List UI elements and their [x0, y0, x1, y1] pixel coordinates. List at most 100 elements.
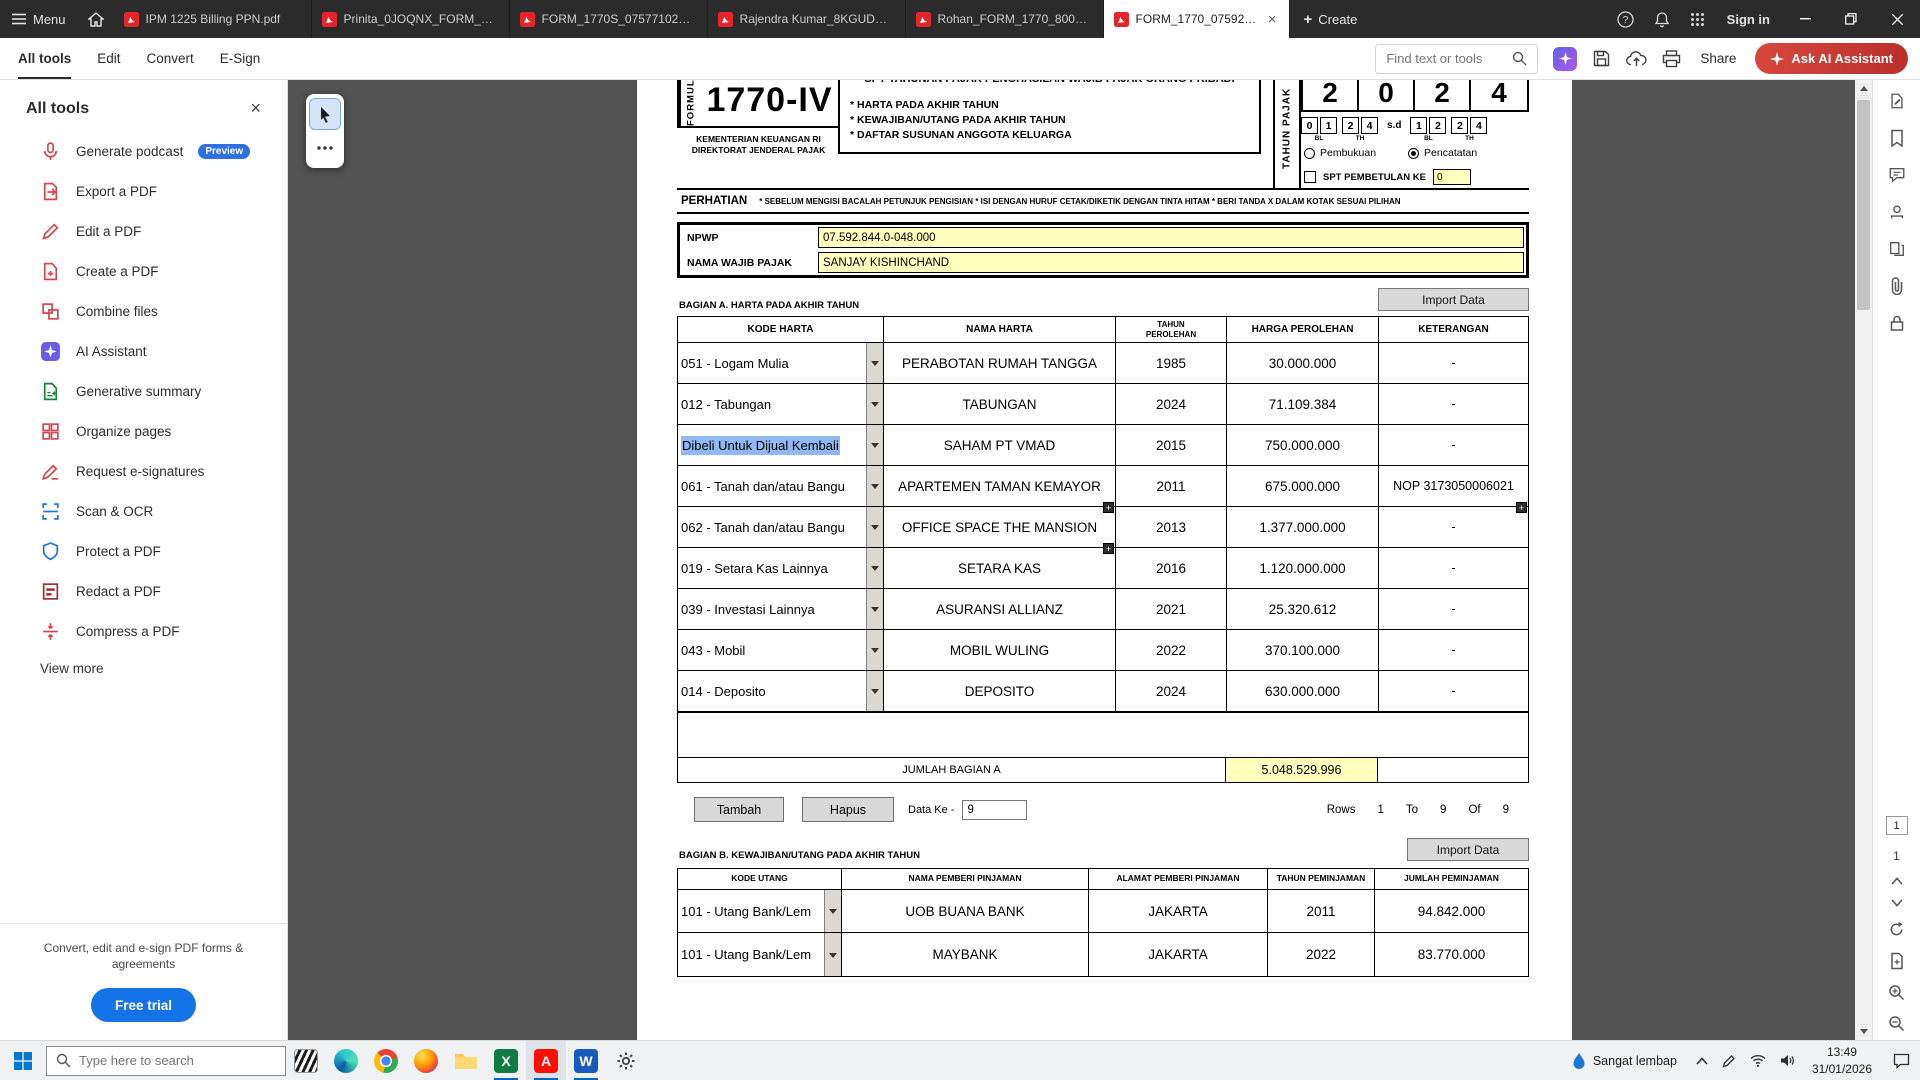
- stamps-button[interactable]: [1888, 203, 1906, 221]
- sidebar-item-combine-files[interactable]: Combine files: [0, 291, 287, 331]
- nama-harta-cell[interactable]: SAHAM PT VMAD: [884, 425, 1116, 465]
- overflow-indicator-icon[interactable]: +: [1103, 502, 1114, 513]
- taskbar-app-word[interactable]: W: [566, 1041, 606, 1080]
- annotate-button[interactable]: [1888, 92, 1906, 110]
- create-tab-button[interactable]: + Create: [1290, 0, 1372, 38]
- nama-harta-cell[interactable]: APARTEMEN TAMAN KEMAYOR: [884, 466, 1116, 506]
- sign-in-button[interactable]: Sign in: [1715, 0, 1782, 38]
- zoom-out-button[interactable]: [1888, 1015, 1905, 1032]
- home-button[interactable]: [78, 0, 114, 38]
- doc-tab[interactable]: Rohan_FORM_1770_800138034...: [906, 0, 1104, 38]
- taskbar-clock[interactable]: 13:49 31/01/2026: [1802, 1044, 1882, 1076]
- help-button[interactable]: ?: [1607, 0, 1644, 38]
- menu-button[interactable]: Menu: [0, 0, 78, 38]
- dropdown-arrow-icon[interactable]: [866, 507, 883, 547]
- jumlah-value-field[interactable]: 5.048.529.996: [1226, 758, 1378, 782]
- npwp-field[interactable]: 07.592.844.0-048.000: [818, 227, 1524, 248]
- harga-cell[interactable]: 30.000.000: [1227, 343, 1379, 383]
- tahun-peminjaman-cell[interactable]: 2022: [1268, 933, 1375, 976]
- tahun-cell[interactable]: 2022: [1116, 630, 1227, 670]
- free-trial-button[interactable]: Free trial: [91, 988, 196, 1022]
- nama-harta-cell[interactable]: SETARA KAS: [884, 548, 1116, 588]
- keterangan-cell[interactable]: -: [1379, 630, 1528, 670]
- tab-convert[interactable]: Convert: [147, 38, 194, 79]
- keterangan-cell[interactable]: -: [1379, 671, 1528, 711]
- harga-cell[interactable]: 630.000.000: [1227, 671, 1379, 711]
- kode-utang-value[interactable]: 101 - Utang Bank/Lem: [681, 947, 811, 962]
- sidebar-item-ai-assistant[interactable]: AI Assistant: [0, 331, 287, 371]
- doc-tab-active[interactable]: FORM_1770_07592844... ×: [1104, 0, 1290, 38]
- sidebar-item-generative-summary[interactable]: Generative summary: [0, 371, 287, 411]
- nama-harta-cell[interactable]: PERABOTAN RUMAH TANGGA: [884, 343, 1116, 383]
- nama-pemberi-cell[interactable]: UOB BUANA BANK: [842, 890, 1089, 932]
- spt-pembetulan-field[interactable]: 0: [1433, 169, 1471, 185]
- current-page-field[interactable]: 1: [1886, 816, 1908, 835]
- overflow-indicator-icon[interactable]: +: [1103, 543, 1114, 554]
- kode-harta-cell[interactable]: 012 - Tabungan: [678, 384, 884, 424]
- pembukuan-option[interactable]: Pembukuan: [1304, 147, 1376, 159]
- restore-button[interactable]: [1828, 0, 1874, 38]
- print-button[interactable]: [1662, 50, 1681, 68]
- doc-tab[interactable]: Rajendra Kumar_8KGUDR_FOR...: [708, 0, 906, 38]
- sidebar-item-edit-pdf[interactable]: Edit a PDF: [0, 211, 287, 251]
- keterangan-cell[interactable]: -: [1379, 343, 1528, 383]
- kode-harta-value[interactable]: 043 - Mobil: [681, 643, 745, 658]
- dropdown-arrow-icon[interactable]: [866, 425, 883, 465]
- dropdown-arrow-icon[interactable]: [866, 589, 883, 629]
- kode-harta-cell[interactable]: 061 - Tanah dan/atau Bangu: [678, 466, 884, 506]
- doc-tab[interactable]: IPM 1225 Billing PPN.pdf: [114, 0, 312, 38]
- nama-harta-cell[interactable]: TABUNGAN: [884, 384, 1116, 424]
- harga-cell[interactable]: 750.000.000: [1227, 425, 1379, 465]
- scroll-down-icon[interactable]: [1855, 1023, 1872, 1040]
- radio-checked-icon[interactable]: [1408, 148, 1419, 159]
- sidebar-item-create-pdf[interactable]: Create a PDF: [0, 251, 287, 291]
- scroll-up-icon[interactable]: [1855, 80, 1872, 97]
- ai-tools-button[interactable]: [1553, 47, 1577, 71]
- sidebar-item-request-esignatures[interactable]: Request e-signatures: [0, 451, 287, 491]
- kode-harta-value-selected[interactable]: Dibeli Untuk Dijual Kembali: [681, 436, 840, 455]
- sidebar-item-scan-ocr[interactable]: Scan & OCR: [0, 491, 287, 531]
- kode-utang-cell[interactable]: 101 - Utang Bank/Lem: [678, 933, 842, 976]
- keterangan-cell[interactable]: -: [1379, 425, 1528, 465]
- view-more-link[interactable]: View more: [0, 651, 287, 676]
- tab-close-icon[interactable]: ×: [1266, 11, 1279, 28]
- harga-cell[interactable]: 1.377.000.000: [1227, 507, 1379, 547]
- comments-button[interactable]: [1888, 166, 1906, 184]
- keterangan-cell[interactable]: -: [1379, 384, 1528, 424]
- tahun-cell[interactable]: 2021: [1116, 589, 1227, 629]
- nama-pemberi-cell[interactable]: MAYBANK: [842, 933, 1089, 976]
- taskbar-app-excel[interactable]: X: [486, 1041, 526, 1080]
- kode-harta-cell[interactable]: 043 - Mobil: [678, 630, 884, 670]
- harga-cell[interactable]: 675.000.000: [1227, 466, 1379, 506]
- action-center-button[interactable]: [1882, 1041, 1920, 1080]
- tab-all-tools[interactable]: All tools: [18, 38, 71, 79]
- minimize-button[interactable]: [1782, 0, 1828, 38]
- dropdown-arrow-icon[interactable]: [866, 630, 883, 670]
- kode-utang-cell[interactable]: 101 - Utang Bank/Lem: [678, 890, 842, 932]
- dropdown-arrow-icon[interactable]: [866, 671, 883, 711]
- select-tool-button[interactable]: [310, 99, 340, 129]
- nama-harta-cell[interactable]: OFFICE SPACE THE MANSION: [884, 507, 1116, 547]
- harga-cell[interactable]: 370.100.000: [1227, 630, 1379, 670]
- refresh-button[interactable]: [1888, 921, 1905, 938]
- keterangan-cell[interactable]: -: [1379, 589, 1528, 629]
- taskbar-search[interactable]: [46, 1046, 286, 1076]
- taskbar-app-explorer[interactable]: [446, 1041, 486, 1080]
- scrollbar-thumb[interactable]: [1857, 100, 1870, 310]
- keterangan-cell[interactable]: NOP 3173050006021: [1379, 466, 1528, 506]
- tambah-button[interactable]: Tambah: [694, 797, 784, 822]
- kode-harta-cell[interactable]: 062 - Tanah dan/atau Bangu: [678, 507, 884, 547]
- kode-harta-value[interactable]: 062 - Tanah dan/atau Bangu: [681, 520, 845, 535]
- start-button[interactable]: [0, 1041, 46, 1080]
- previous-page-button[interactable]: [1891, 877, 1903, 885]
- import-data-button-a[interactable]: Import Data: [1378, 288, 1529, 311]
- tahun-peminjaman-cell[interactable]: 2011: [1268, 890, 1375, 932]
- pencatatan-option[interactable]: Pencatatan: [1408, 147, 1477, 159]
- kode-harta-cell[interactable]: 019 - Setara Kas Lainnya: [678, 548, 884, 588]
- doc-tab[interactable]: Prinita_0JOQNX_FORM_1770_4...: [312, 0, 510, 38]
- weather-widget[interactable]: Sangat lembap: [1560, 1052, 1689, 1070]
- attachments-button[interactable]: [1889, 277, 1905, 295]
- hapus-button[interactable]: Hapus: [802, 797, 894, 822]
- kode-harta-cell[interactable]: Dibeli Untuk Dijual Kembali: [678, 425, 884, 465]
- sidebar-item-organize-pages[interactable]: Organize pages: [0, 411, 287, 451]
